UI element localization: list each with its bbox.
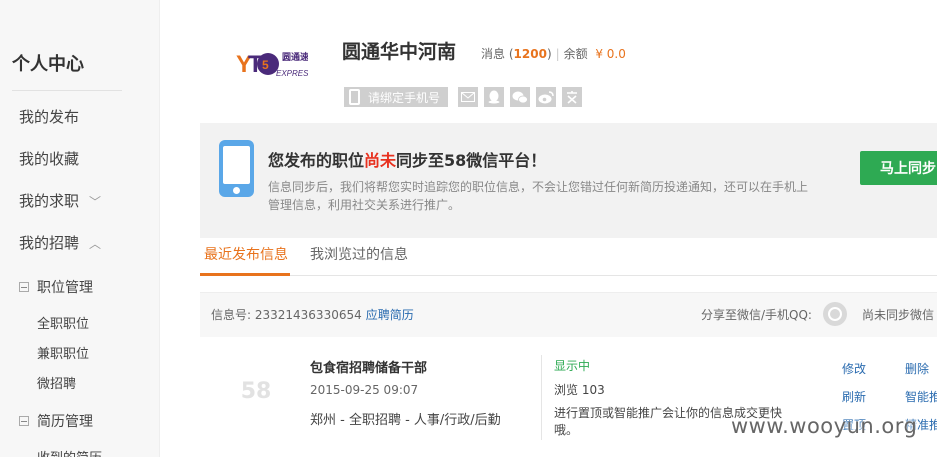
banner-title: 您发布的职位尚未同步至58微信平台！ <box>268 147 546 171</box>
sidebar-item-label: 我的招聘 <box>19 234 80 252</box>
banner-title-post: 同步至58微信平台！ <box>396 151 547 170</box>
group-label: 简历管理 <box>37 414 93 430</box>
watermark: www.wooyun.org <box>731 414 918 438</box>
post-id-text: 信息号: 23321436330654 <box>211 308 362 322</box>
messages-label: 消息 <box>481 47 506 61</box>
qq-icon[interactable] <box>484 87 504 107</box>
mobile-icon <box>344 87 364 107</box>
balance-label: 余额 <box>563 47 588 61</box>
bind-phone-label: 请绑定手机号 <box>368 90 441 105</box>
view-count: 浏览 103 <box>554 383 605 397</box>
company-logo: Y T 5 圆通速递 EXPRESS <box>236 40 318 86</box>
banner-title-pre: 您发布的职位 <box>268 151 365 170</box>
sidebar-item-job-seeking[interactable]: 我的求职 ﹀ <box>19 190 101 211</box>
edit-button[interactable]: 修改 <box>842 360 866 377</box>
active-tab-indicator <box>200 273 290 276</box>
status-badge: 显示中 <box>554 359 591 373</box>
delete-button[interactable]: 删除 <box>905 360 929 377</box>
subitem-fulltime-jobs[interactable]: 全职职位 <box>37 313 89 332</box>
group-resume-management[interactable]: 简历管理 <box>19 411 93 431</box>
weibo-icon[interactable] <box>536 87 556 107</box>
job-date: 2015-09-25 09:07 <box>310 383 419 397</box>
sidebar: 个人中心 我的发布 我的收藏 我的求职 ﹀ 我的招聘 ︿ 职位管理 全职职位 兼职职… <box>0 0 160 457</box>
chevron-down-icon: ﹀ <box>89 195 102 209</box>
balance-value: ¥ 0.0 <box>595 47 626 61</box>
tabs-divider <box>200 275 937 276</box>
smart-promote-button[interactable]: 智能推 <box>905 388 937 405</box>
banner-title-highlight: 尚未 <box>364 151 397 170</box>
divider: | <box>555 47 560 61</box>
post-id: 信息号: 23321436330654 应聘简历 <box>211 306 414 323</box>
message-balance-line: 消息 (1200) | 余额 ¥ 0.0 <box>481 45 626 62</box>
job-title[interactable]: 包食宿招聘储备干部 <box>310 357 427 376</box>
sidebar-item-recruiting[interactable]: 我的招聘 ︿ <box>19 232 101 253</box>
share-label: 分享至微信/手机QQ: <box>701 308 812 322</box>
not-synced-label: 尚未同步微信 <box>862 308 935 322</box>
sidebar-divider <box>12 90 122 91</box>
messages-paren: ) <box>546 47 552 61</box>
sidebar-title: 个人中心 <box>12 54 84 75</box>
svg-text:5: 5 <box>262 58 269 72</box>
share-qr-icon[interactable] <box>823 302 847 326</box>
collapse-icon <box>19 416 29 426</box>
mail-icon[interactable] <box>458 87 478 107</box>
messages-link[interactable]: 消息 (1200) <box>481 47 552 61</box>
subitem-received-resumes[interactable]: 收到的简历 <box>37 447 102 457</box>
company-name: 圆通华中河南 <box>342 41 457 63</box>
logo-text: 圆通速递 <box>282 51 308 63</box>
sidebar-item-label: 我的收藏 <box>19 150 80 168</box>
tab-browsed[interactable]: 我浏览过的信息 <box>310 244 408 264</box>
group-label: 职位管理 <box>37 280 93 296</box>
sidebar-item-my-posts[interactable]: 我的发布 <box>19 106 79 127</box>
subitem-parttime-jobs[interactable]: 兼职职位 <box>37 343 89 362</box>
job-thumbnail: 58 <box>226 366 286 416</box>
banner-description: 信息同步后，我们将帮您实时追踪您的职位信息，不会让您错过任何新简历投递通知，还可… <box>268 180 809 212</box>
bind-phone-button[interactable]: 请绑定手机号 <box>344 87 448 107</box>
sidebar-item-label: 我的求职 <box>19 192 80 210</box>
wechat-icon[interactable] <box>510 87 530 107</box>
sidebar-item-favorites[interactable]: 我的收藏 <box>19 148 79 169</box>
logo-subtext: EXPRESS <box>276 69 308 78</box>
sidebar-item-label: 我的发布 <box>19 108 80 126</box>
refresh-button[interactable]: 刷新 <box>842 388 866 405</box>
chevron-up-icon: ︿ <box>89 237 102 251</box>
tab-recent-posts[interactable]: 最近发布信息 <box>204 244 288 264</box>
subitem-micro-recruit[interactable]: 微招聘 <box>37 373 76 392</box>
collapse-icon <box>19 282 29 292</box>
mobile-phone-icon <box>219 140 254 197</box>
applications-link[interactable]: 应聘简历 <box>366 308 414 322</box>
job-meta: 郑州 - 全职招聘 - 人事/行政/后勤 <box>310 413 501 428</box>
job-thumbnail-text: 58 <box>240 378 272 404</box>
id-card-icon[interactable] <box>562 87 582 107</box>
messages-count: 1200 <box>513 47 547 61</box>
sync-now-button[interactable]: 马上同步 <box>860 151 937 185</box>
column-divider <box>541 355 542 440</box>
group-job-management[interactable]: 职位管理 <box>19 277 93 297</box>
